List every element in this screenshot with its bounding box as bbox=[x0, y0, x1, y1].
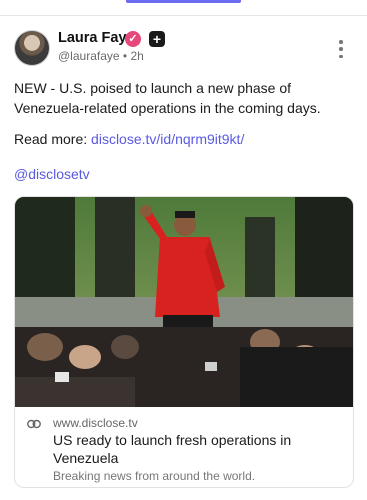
top-divider bbox=[0, 15, 367, 16]
author-meta: @laurafaye • 2h bbox=[58, 49, 144, 63]
post-header: Laura Faye ✓ + @laurafaye • 2h bbox=[14, 30, 354, 66]
meta-separator: • bbox=[122, 49, 128, 63]
avatar[interactable] bbox=[14, 30, 50, 66]
card-domain: www.disclose.tv bbox=[53, 416, 138, 430]
post-time: 2h bbox=[130, 49, 144, 63]
read-more-link[interactable]: disclose.tv/id/nqrm9it9kt/ bbox=[91, 131, 244, 147]
read-more-line: Read more: disclose.tv/id/nqrm9it9kt/ bbox=[14, 129, 354, 149]
mention-link[interactable]: @disclosetv bbox=[14, 166, 90, 182]
card-description: Breaking news from around the world. bbox=[53, 469, 256, 483]
link-preview-info: www.disclose.tv US ready to launch fresh… bbox=[15, 407, 353, 487]
plus-badge-icon[interactable]: + bbox=[149, 31, 165, 47]
card-title[interactable]: US ready to launch fresh operations in V… bbox=[53, 431, 343, 467]
preview-image bbox=[15, 197, 353, 407]
link-preview-card[interactable]: www.disclose.tv US ready to launch fresh… bbox=[14, 196, 354, 488]
more-options-icon[interactable] bbox=[338, 40, 344, 58]
author-name[interactable]: Laura Faye bbox=[58, 30, 135, 46]
active-tab-indicator bbox=[126, 0, 241, 3]
mention-line: @disclosetv bbox=[14, 164, 354, 184]
read-more-label: Read more: bbox=[14, 131, 92, 147]
post-text: NEW - U.S. poised to launch a new phase … bbox=[14, 80, 321, 116]
link-icon bbox=[27, 419, 41, 429]
verified-badge-icon: ✓ bbox=[125, 31, 141, 47]
author-handle[interactable]: @laurafaye bbox=[58, 49, 120, 63]
